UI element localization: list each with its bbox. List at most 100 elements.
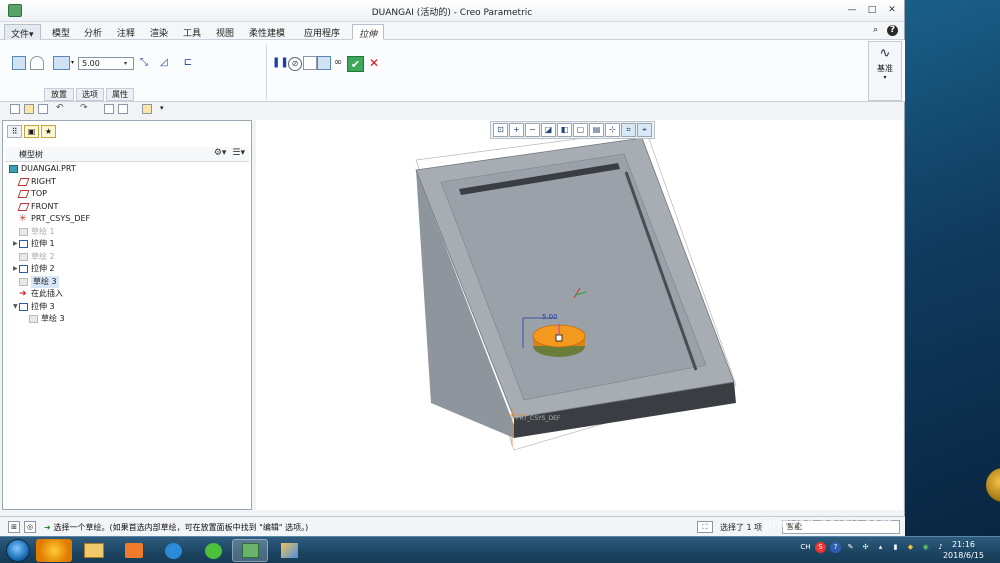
- depth-value-field[interactable]: 5.00 ▾: [78, 57, 134, 70]
- folder-browser-tab-icon[interactable]: ▣: [24, 125, 39, 138]
- refit-icon[interactable]: ⊡: [493, 123, 508, 137]
- tray-update-icon[interactable]: ◉: [920, 542, 931, 553]
- tree-item[interactable]: FRONT: [7, 201, 247, 214]
- close-button[interactable]: ✕: [886, 4, 898, 16]
- find-icon[interactable]: ⛶: [697, 521, 713, 533]
- paint-taskbar-icon[interactable]: [272, 539, 308, 562]
- depth-option-dropdown-icon[interactable]: ▾: [71, 59, 74, 66]
- tray-security-icon[interactable]: ◆: [905, 542, 916, 553]
- datum-group-button[interactable]: ∿ 基准 ▾: [868, 41, 902, 101]
- tree-item[interactable]: RIGHT: [7, 176, 247, 189]
- toggle-navigator-icon[interactable]: ⊞: [8, 521, 20, 533]
- graphics-window[interactable]: 5.00 PRT_CSYS_DEF: [256, 120, 903, 510]
- tab-analysis[interactable]: 分析: [78, 24, 108, 40]
- zoom-in-icon[interactable]: +: [509, 123, 524, 137]
- tree-settings-icon[interactable]: ⚙▾: [214, 148, 227, 158]
- close-window-icon[interactable]: [142, 104, 152, 114]
- tray-expand-icon[interactable]: ▴: [875, 542, 886, 553]
- chevron-down-icon: ▾: [883, 74, 887, 81]
- tree-item[interactable]: ▼ 拉伸 3: [7, 301, 247, 314]
- flip-direction-icon[interactable]: ⤡: [137, 56, 151, 70]
- preview-attach-icon[interactable]: [303, 56, 317, 70]
- tray-app-icon[interactable]: S: [815, 542, 826, 553]
- tray-tool-icon[interactable]: ✣: [860, 542, 871, 553]
- network-icon[interactable]: ▮: [890, 542, 901, 553]
- model-tree-tab-icon[interactable]: ⠿: [7, 125, 22, 138]
- no-preview-icon[interactable]: ⊘: [288, 57, 302, 71]
- baidu-netdisk-taskbar-icon[interactable]: [156, 539, 192, 562]
- redo-icon[interactable]: ↷: [80, 104, 90, 114]
- open-file-icon[interactable]: [24, 104, 34, 114]
- tree-item[interactable]: DUANGAI.PRT: [7, 163, 247, 176]
- thicken-sketch-icon[interactable]: ⊏: [181, 56, 195, 70]
- system-clock[interactable]: 21:16 2018/6/15: [943, 539, 984, 561]
- cancel-feature-button[interactable]: ✕: [367, 56, 381, 70]
- display-style-icon[interactable]: ◧: [557, 123, 572, 137]
- creo-taskbar-icon[interactable]: [232, 539, 268, 562]
- expand-arrow-icon[interactable]: ▶: [13, 263, 18, 275]
- pause-icon[interactable]: ❚❚: [272, 56, 289, 70]
- regenerate-icon[interactable]: [104, 104, 114, 114]
- tree-item[interactable]: ✳ PRT_CSYS_DEF: [7, 213, 247, 226]
- glasses-preview-icon[interactable]: ∞: [331, 56, 345, 70]
- spin-center-icon[interactable]: ⌖: [637, 123, 652, 137]
- start-button[interactable]: [6, 539, 30, 562]
- tab-view[interactable]: 视图: [210, 24, 240, 40]
- new-file-icon[interactable]: [10, 104, 20, 114]
- favorites-tab-icon[interactable]: ★: [41, 125, 56, 138]
- model-canvas[interactable]: 5.00 PRT_CSYS_DEF: [256, 120, 903, 510]
- tab-annotate[interactable]: 注释: [111, 24, 141, 40]
- undo-icon[interactable]: ↶: [56, 104, 66, 114]
- paw-toe: [832, 460, 842, 470]
- save-icon[interactable]: [38, 104, 48, 114]
- tree-item[interactable]: ➜ 在此插入: [7, 288, 247, 301]
- tree-item[interactable]: TOP: [7, 188, 247, 201]
- video-player-taskbar-icon[interactable]: [116, 539, 152, 562]
- tab-model[interactable]: 模型: [46, 24, 76, 40]
- chevron-down-icon[interactable]: ▾: [124, 59, 132, 68]
- expand-arrow-icon[interactable]: ▶: [13, 238, 18, 250]
- tab-properties[interactable]: 属性: [106, 88, 134, 101]
- repaint-icon[interactable]: ◪: [541, 123, 556, 137]
- tree-item[interactable]: 草绘 1: [7, 226, 247, 239]
- datum-display-icon[interactable]: ⊹: [605, 123, 620, 137]
- minimize-button[interactable]: —: [846, 4, 858, 16]
- windows-icon[interactable]: [118, 104, 128, 114]
- tray-settings-icon[interactable]: ✎: [845, 542, 856, 553]
- tree-item[interactable]: ▶ 拉伸 1: [7, 238, 247, 251]
- file-menu[interactable]: 文件▾: [4, 24, 41, 40]
- customize-toolbar-icon[interactable]: ▾: [160, 104, 170, 114]
- tree-item[interactable]: 草绘 2: [7, 251, 247, 264]
- tab-flexible-modeling[interactable]: 柔性建模: [243, 24, 291, 40]
- explorer-taskbar-icon[interactable]: [76, 539, 112, 562]
- tree-item[interactable]: ▶ 拉伸 2: [7, 263, 247, 276]
- tree-item[interactable]: 草绘 3: [7, 275, 247, 289]
- view-manager-icon[interactable]: ▤: [589, 123, 604, 137]
- collapse-arrow-icon[interactable]: ▼: [13, 301, 18, 313]
- remove-material-icon[interactable]: ◿: [157, 56, 171, 70]
- verify-preview-icon[interactable]: [317, 56, 331, 70]
- extrude-surface-button[interactable]: [30, 56, 44, 70]
- search-icon[interactable]: ⌕: [870, 25, 881, 36]
- tab-render[interactable]: 渲染: [144, 24, 174, 40]
- extrude-solid-button[interactable]: [12, 56, 26, 70]
- language-indicator[interactable]: CH: [800, 542, 811, 553]
- apply-ok-button[interactable]: ✔: [347, 56, 364, 72]
- maximize-button[interactable]: □: [866, 4, 878, 16]
- annotation-display-icon[interactable]: ⌗: [621, 123, 636, 137]
- media-app-icon[interactable]: [36, 539, 72, 562]
- tab-placement[interactable]: 放置: [44, 88, 74, 101]
- toggle-browser-icon[interactable]: ◎: [24, 521, 36, 533]
- help-icon[interactable]: ?: [887, 25, 898, 36]
- zoom-out-icon[interactable]: −: [525, 123, 540, 137]
- ie-browser-taskbar-icon[interactable]: [196, 539, 232, 562]
- tab-options[interactable]: 选项: [76, 88, 104, 101]
- tray-help-icon[interactable]: ?: [830, 542, 841, 553]
- tab-extrude[interactable]: 拉伸: [352, 24, 385, 40]
- saved-orientations-icon[interactable]: ▢: [573, 123, 588, 137]
- tree-item[interactable]: 草绘 3: [7, 313, 247, 326]
- depth-blind-option[interactable]: [53, 56, 70, 70]
- show-menu-icon[interactable]: ☰▾: [232, 148, 245, 158]
- tab-tools[interactable]: 工具: [177, 24, 207, 40]
- tab-applications[interactable]: 应用程序: [298, 24, 346, 40]
